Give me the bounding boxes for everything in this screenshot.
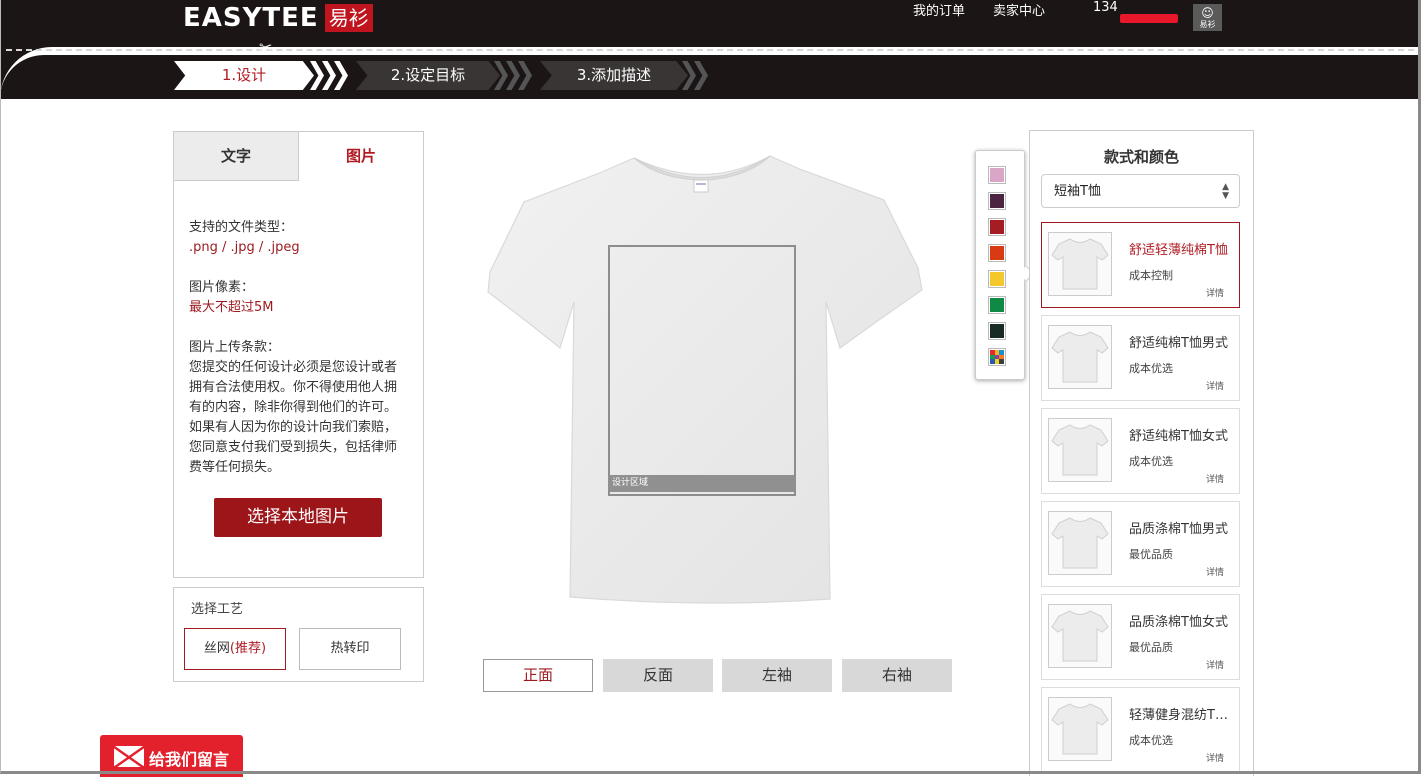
logo-cn-badge: 易衫 (324, 4, 373, 32)
user-phone[interactable]: 134 (1093, 0, 1118, 15)
product-name: 舒适纯棉T恤男式 (1129, 336, 1228, 351)
craft-heat-transfer-button[interactable]: 热转印 (299, 628, 401, 670)
product-detail-link[interactable]: 详情 (1206, 472, 1224, 485)
craft-title: 选择工艺 (191, 602, 244, 617)
product-detail-link[interactable]: 详情 (1206, 379, 1224, 392)
product-detail-link[interactable]: 详情 (1206, 751, 1224, 764)
envelope-icon (114, 746, 144, 767)
recommended-label: (推荐) (229, 641, 267, 656)
product-thumbnail (1048, 604, 1112, 668)
user-avatar[interactable]: ☺ 易衫 (1193, 4, 1222, 31)
product-tag: 成本控制 (1129, 269, 1173, 282)
view-back-button[interactable]: 反面 (603, 659, 713, 692)
view-left-sleeve-button[interactable]: 左袖 (722, 659, 832, 692)
product-detail-link[interactable]: 详情 (1206, 286, 1224, 299)
leave-message-label: 给我们留言 (149, 750, 230, 769)
style-select-value: 短袖T恤 (1054, 184, 1101, 199)
step-design[interactable]: 1.设计 (174, 61, 314, 90)
choose-local-image-button[interactable]: 选择本地图片 (214, 498, 382, 537)
product-name: 品质涤棉T恤女式 (1129, 615, 1228, 630)
cut-line (6, 49, 1414, 51)
craft-panel: 选择工艺 丝网(推荐) 热转印 (173, 587, 424, 682)
logo-text: EASYTEE (183, 3, 319, 33)
scissors-icon: ✂ (259, 38, 273, 57)
product-name: 舒适纯棉T恤女式 (1129, 429, 1228, 444)
craft-silkscreen-button[interactable]: 丝网(推荐) (184, 628, 286, 670)
product-card[interactable]: 舒适纯棉T恤女式 成本优选详情 (1041, 408, 1240, 494)
product-card[interactable]: 轻薄健身混纺T… 成本优选详情 (1041, 687, 1240, 773)
pixel-value: 最大不超过5M (189, 300, 274, 315)
design-area[interactable] (608, 245, 796, 496)
terms-text: 您提交的任何设计必须是您设计或者拥有合法使用权。你不得使用他人拥有的内容，除非你… (189, 360, 398, 475)
terms-label: 图片上传条款： (189, 340, 281, 355)
phone-redaction (1120, 14, 1178, 23)
product-tag: 最优品质 (1129, 548, 1173, 561)
product-thumbnail (1048, 511, 1112, 575)
product-thumbnail (1048, 232, 1112, 296)
product-thumbnail (1048, 418, 1112, 482)
my-orders-link[interactable]: 我的订单 (913, 0, 965, 19)
upload-panel: 文字 图片 支持的文件类型： .png / .jpg / .jpeg 图片像素：… (173, 131, 424, 578)
style-color-title: 款式和颜色 (1103, 148, 1179, 166)
step-set-target[interactable]: 2.设定目标 (356, 61, 500, 90)
color-swatch[interactable] (988, 270, 1006, 288)
avatar-label: 易衫 (1199, 20, 1216, 29)
color-swatch[interactable] (988, 322, 1006, 340)
color-swatch[interactable] (988, 166, 1006, 184)
product-tag: 成本优选 (1129, 362, 1173, 375)
pixel-label: 图片像素： (189, 280, 255, 295)
file-types-label: 支持的文件类型： (189, 220, 294, 235)
step-add-description[interactable]: 3.添加描述 (540, 61, 688, 90)
more-colors-swatch[interactable] (988, 348, 1006, 366)
silk-label: 丝网 (203, 641, 230, 656)
file-types-value: .png / .jpg / .jpeg (189, 240, 300, 255)
view-right-sleeve-button[interactable]: 右袖 (842, 659, 952, 692)
tab-text[interactable]: 文字 (174, 132, 299, 181)
product-name: 品质涤棉T恤男式 (1129, 522, 1228, 537)
color-swatch[interactable] (988, 218, 1006, 236)
product-card[interactable]: 品质涤棉T恤女式 最优品质详情 (1041, 594, 1240, 680)
style-color-panel: 款式和颜色 短袖T恤 ▲ ▼ 舒适轻薄纯棉T恤 成本控制 详情 舒适纯棉T恤男式 成本优选… (1029, 130, 1254, 776)
product-name: 轻薄健身混纺T… (1129, 708, 1228, 723)
select-updown-icon: ▲ ▼ (1222, 182, 1229, 201)
color-picker (975, 150, 1025, 380)
product-detail-link[interactable]: 详情 (1206, 565, 1224, 578)
color-swatch[interactable] (988, 192, 1006, 210)
design-area-label: 设计区域 (608, 475, 796, 492)
product-tag: 最优品质 (1129, 641, 1173, 654)
product-thumbnail (1048, 325, 1112, 389)
product-tag: 成本优选 (1129, 734, 1173, 747)
product-card[interactable]: 品质涤棉T恤男式 最优品质详情 (1041, 501, 1240, 587)
product-tag: 成本优选 (1129, 455, 1173, 468)
product-card[interactable]: 舒适纯棉T恤男式 成本优选详情 (1041, 315, 1240, 401)
seller-center-link[interactable]: 卖家中心 (993, 0, 1045, 19)
product-name: 舒适轻薄纯棉T恤 (1129, 243, 1228, 258)
color-swatch[interactable] (988, 244, 1006, 262)
leave-message-button[interactable]: 给我们留言 (100, 735, 243, 777)
color-swatch[interactable] (988, 296, 1006, 314)
site-logo[interactable]: EASYTEE 易衫 (183, 2, 373, 34)
tab-image[interactable]: 图片 (299, 132, 423, 180)
view-front-button[interactable]: 正面 (483, 659, 593, 692)
product-detail-link[interactable]: 详情 (1206, 658, 1224, 671)
shirt-face-icon: ☺ (1201, 6, 1214, 20)
product-thumbnail (1048, 697, 1112, 761)
style-select[interactable]: 短袖T恤 ▲ ▼ (1041, 174, 1240, 208)
product-card[interactable]: 舒适轻薄纯棉T恤 成本控制详情 (1041, 222, 1240, 308)
